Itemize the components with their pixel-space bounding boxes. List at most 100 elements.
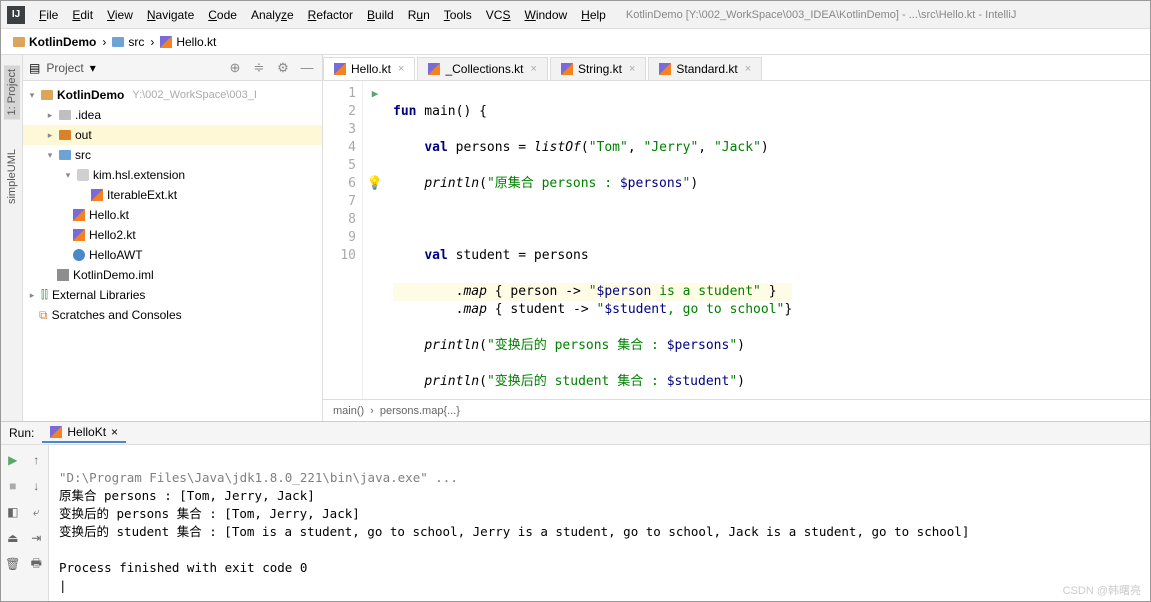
intention-bulb-icon[interactable]: 💡 bbox=[363, 175, 387, 193]
kotlin-file-icon bbox=[91, 189, 103, 201]
crumb-map[interactable]: persons.map{...} bbox=[380, 405, 460, 417]
kotlin-file-icon bbox=[428, 63, 440, 75]
toolwindow-simpleuml[interactable]: simpleUML bbox=[6, 149, 18, 204]
menu-build[interactable]: Build bbox=[361, 5, 400, 25]
run-gutter-icon[interactable]: ▶ bbox=[363, 85, 387, 103]
menu-tools[interactable]: Tools bbox=[438, 5, 478, 25]
editor-tabs: Hello.kt× _Collections.kt× String.kt× St… bbox=[323, 55, 1150, 81]
run-tab[interactable]: HelloKt× bbox=[42, 423, 126, 443]
menu-edit[interactable]: Edit bbox=[66, 5, 99, 25]
menu-view[interactable]: View bbox=[101, 5, 139, 25]
chevron-right-icon: › bbox=[370, 405, 374, 417]
close-icon[interactable]: × bbox=[531, 63, 537, 75]
kotlin-file-icon bbox=[160, 36, 172, 48]
dropdown-icon[interactable]: ▾ bbox=[90, 61, 96, 75]
menu-refactor[interactable]: Refactor bbox=[302, 5, 359, 25]
kotlin-file-icon bbox=[50, 426, 62, 438]
nav-breadcrumb: KotlinDemo › src › Hello.kt bbox=[1, 29, 1150, 55]
run-toolbar: ▶ ■ ◧ ⏏ 🗑 ↑ ↓ ⤶ ⇥ 🖶 bbox=[1, 445, 49, 601]
menu-analyze[interactable]: Analyze bbox=[245, 5, 300, 25]
close-icon[interactable]: × bbox=[745, 63, 751, 75]
watermark: CSDN @韩曙亮 bbox=[1063, 582, 1141, 598]
tree-hello[interactable]: Hello.kt bbox=[23, 205, 322, 225]
up-button[interactable]: ↑ bbox=[27, 451, 45, 469]
source-folder-icon bbox=[59, 150, 71, 160]
tree-out[interactable]: ▸out bbox=[23, 125, 322, 145]
sidebar-title[interactable]: Project bbox=[46, 61, 83, 75]
line-numbers: 12345678910 bbox=[323, 81, 363, 399]
project-tree: ▾KotlinDemoY:\002_WorkSpace\003_I ▸.idea… bbox=[23, 81, 322, 421]
folder-icon bbox=[59, 110, 71, 120]
tree-src[interactable]: ▾src bbox=[23, 145, 322, 165]
toolwindow-project[interactable]: 1: Project bbox=[4, 65, 20, 119]
tree-scratches[interactable]: ⧉Scratches and Consoles bbox=[23, 305, 322, 325]
folder-icon bbox=[59, 130, 71, 140]
kotlin-file-icon bbox=[659, 63, 671, 75]
editor-gutter: ▶ 💡 bbox=[363, 81, 387, 399]
folder-icon bbox=[112, 37, 124, 47]
tab-string[interactable]: String.kt× bbox=[550, 57, 646, 80]
module-icon bbox=[41, 90, 53, 100]
settings-gear-icon[interactable]: ⚙ bbox=[274, 59, 292, 77]
tree-external-libs[interactable]: ▸⫿⫿External Libraries bbox=[23, 285, 322, 305]
editor-breadcrumb: main() › persons.map{...} bbox=[323, 399, 1150, 421]
hide-icon[interactable]: — bbox=[298, 59, 316, 77]
crumb-src[interactable]: src bbox=[108, 33, 148, 51]
close-icon[interactable]: × bbox=[629, 63, 635, 75]
menu-navigate[interactable]: Navigate bbox=[141, 5, 200, 25]
menu-vcs[interactable]: VCS bbox=[480, 5, 517, 25]
stop-button[interactable]: ■ bbox=[4, 477, 22, 495]
close-icon[interactable]: × bbox=[111, 425, 118, 439]
crumb-project[interactable]: KotlinDemo bbox=[9, 33, 100, 51]
tree-iterable[interactable]: IterableExt.kt bbox=[23, 185, 322, 205]
menu-file[interactable]: File bbox=[33, 5, 64, 25]
print-button[interactable]: 🖶 bbox=[27, 555, 45, 573]
tree-hello2[interactable]: Hello2.kt bbox=[23, 225, 322, 245]
code-editor[interactable]: 12345678910 ▶ 💡 fun main() { val persons… bbox=[323, 81, 1150, 399]
project-sidebar: ▤ Project ▾ ⊕ ≑ ⚙ — ▾KotlinDemoY:\002_Wo… bbox=[23, 55, 323, 421]
close-icon[interactable]: × bbox=[398, 63, 404, 75]
app-logo-icon: IJ bbox=[7, 6, 25, 24]
menu-help[interactable]: Help bbox=[575, 5, 612, 25]
menu-window[interactable]: Window bbox=[518, 5, 573, 25]
scroll-end-button[interactable]: ⇥ bbox=[27, 529, 45, 547]
chevron-right-icon: › bbox=[150, 35, 154, 49]
kotlin-file-icon bbox=[73, 229, 85, 241]
run-label: Run: bbox=[9, 426, 34, 440]
rerun-button[interactable]: ▶ bbox=[4, 451, 22, 469]
tab-collections[interactable]: _Collections.kt× bbox=[417, 57, 547, 80]
tree-idea[interactable]: ▸.idea bbox=[23, 105, 322, 125]
iml-file-icon bbox=[57, 269, 69, 281]
project-view-icon: ▤ bbox=[29, 61, 40, 75]
run-panel: Run: HelloKt× ▶ ■ ◧ ⏏ 🗑 ↑ ↓ ⤶ ⇥ 🖶 "D:\Pr… bbox=[1, 421, 1150, 601]
tree-root[interactable]: ▾KotlinDemoY:\002_WorkSpace\003_I bbox=[23, 85, 322, 105]
left-tool-gutter: 1: Project simpleUML bbox=[1, 55, 23, 421]
run-header: Run: HelloKt× bbox=[1, 422, 1150, 445]
tab-hello[interactable]: Hello.kt× bbox=[323, 57, 415, 80]
menu-code[interactable]: Code bbox=[202, 5, 243, 25]
tree-package[interactable]: ▾kim.hsl.extension bbox=[23, 165, 322, 185]
kotlin-file-icon bbox=[561, 63, 573, 75]
class-icon bbox=[73, 249, 85, 261]
dump-button[interactable]: ◧ bbox=[4, 503, 22, 521]
kotlin-file-icon bbox=[73, 209, 85, 221]
sidebar-header: ▤ Project ▾ ⊕ ≑ ⚙ — bbox=[23, 55, 322, 81]
tab-standard[interactable]: Standard.kt× bbox=[648, 57, 762, 80]
library-icon: ⫿⫿ bbox=[41, 289, 48, 302]
select-opened-file-icon[interactable]: ⊕ bbox=[226, 59, 244, 77]
scratches-icon: ⧉ bbox=[39, 308, 48, 323]
exit-button[interactable]: ⏏ bbox=[4, 529, 22, 547]
console-output[interactable]: "D:\Program Files\Java\jdk1.8.0_221\bin\… bbox=[49, 445, 1150, 601]
collapse-all-icon[interactable]: ≑ bbox=[250, 59, 268, 77]
crumb-main[interactable]: main() bbox=[333, 405, 364, 417]
tree-helloawt[interactable]: HelloAWT bbox=[23, 245, 322, 265]
crumb-file[interactable]: Hello.kt bbox=[156, 33, 220, 51]
chevron-right-icon: › bbox=[102, 35, 106, 49]
trash-button[interactable]: 🗑 bbox=[4, 555, 22, 573]
editor-pane: Hello.kt× _Collections.kt× String.kt× St… bbox=[323, 55, 1150, 421]
tree-iml[interactable]: KotlinDemo.iml bbox=[23, 265, 322, 285]
soft-wrap-button[interactable]: ⤶ bbox=[27, 503, 45, 521]
down-button[interactable]: ↓ bbox=[27, 477, 45, 495]
menu-run[interactable]: Run bbox=[402, 5, 436, 25]
code-text[interactable]: fun main() { val persons = listOf("Tom",… bbox=[387, 81, 792, 399]
